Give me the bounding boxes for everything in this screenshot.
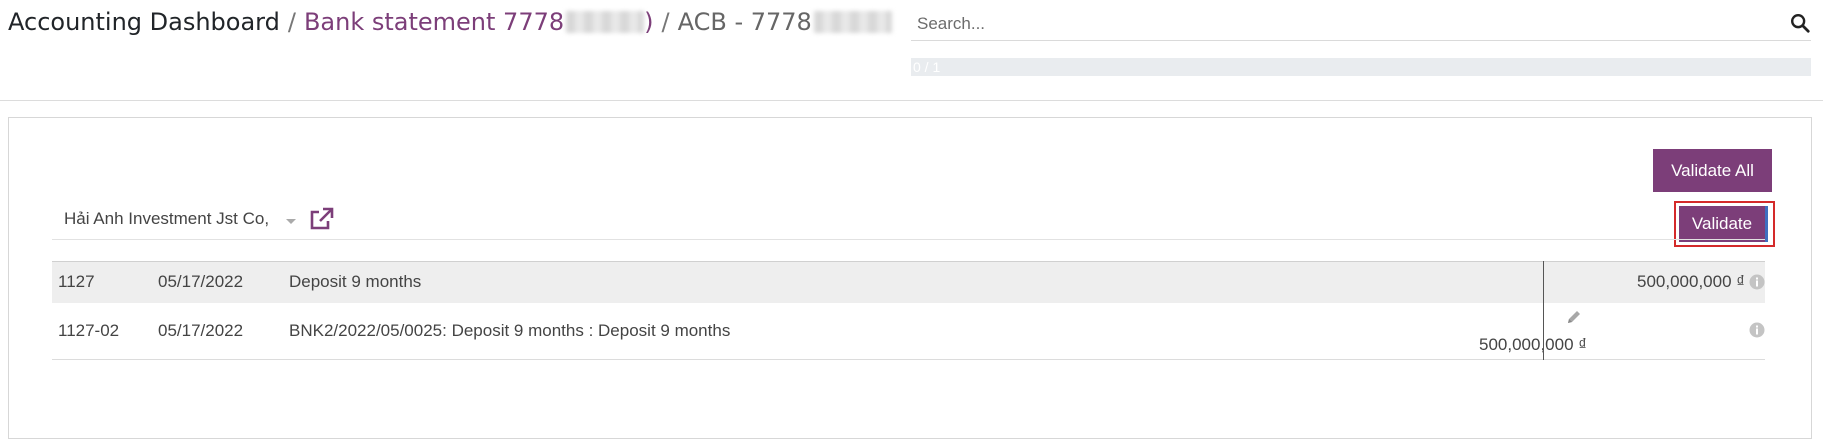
progress-text: 0 / 1 xyxy=(913,59,941,75)
breadcrumb-separator: / xyxy=(287,8,296,36)
move-line-row[interactable]: 1127-02 05/17/2022 BNK2/2022/05/0025: De… xyxy=(52,303,1765,360)
breadcrumb-bank-statement-tail: ) xyxy=(644,8,654,36)
move-line-label: BNK2/2022/05/0025: Deposit 9 months : De… xyxy=(289,321,731,340)
search-bar xyxy=(911,8,1811,41)
breadcrumb: Accounting Dashboard / Bank statement 7778… xyxy=(8,5,892,39)
caret-down-icon[interactable] xyxy=(285,218,297,226)
info-icon[interactable] xyxy=(1749,322,1765,338)
breadcrumb-current-label: ACB - 7778 xyxy=(677,8,812,36)
statement-line-label: Deposit 9 months xyxy=(289,272,422,291)
validate-all-button[interactable]: Validate All xyxy=(1653,149,1772,192)
partner-field[interactable]: Hải Anh Investment Jst Co, xyxy=(52,203,1765,240)
statement-line-amount: 500,000,000 ₫ xyxy=(1637,272,1745,291)
redacted-text xyxy=(566,11,645,33)
breadcrumb-current: ACB - 7778 xyxy=(678,8,892,36)
pencil-icon[interactable] xyxy=(1566,309,1582,325)
breadcrumb-separator: / xyxy=(661,8,670,36)
search-input[interactable] xyxy=(911,10,1783,38)
statement-line-row[interactable]: 1127 05/17/2022 Deposit 9 months 500,000… xyxy=(52,261,1765,304)
move-line-amount: 500,000,000 ₫ xyxy=(1479,335,1587,354)
reconciliation-panel: Validate All Validate Hải Anh Investment… xyxy=(8,117,1812,439)
breadcrumb-bank-statement-label: Bank statement 7778 xyxy=(303,8,565,36)
debit-credit-divider xyxy=(1543,261,1544,360)
move-line-ref: 1127-02 xyxy=(58,321,120,340)
control-panel: Accounting Dashboard / Bank statement 7778… xyxy=(0,0,1823,101)
move-line-date: 05/17/2022 xyxy=(158,321,244,340)
statement-line-date: 05/17/2022 xyxy=(158,272,244,291)
redacted-text xyxy=(813,11,892,33)
statement-line-ref: 1127 xyxy=(58,272,95,291)
partner-name[interactable]: Hải Anh Investment Jst Co, xyxy=(64,209,269,229)
breadcrumb-accounting-dashboard[interactable]: Accounting Dashboard xyxy=(8,8,280,36)
breadcrumb-bank-statement[interactable]: Bank statement 7778) xyxy=(304,8,654,36)
search-icon[interactable] xyxy=(1789,12,1811,34)
reconciliation-progress-bar: 0 / 1 xyxy=(911,58,1811,76)
external-link-icon[interactable] xyxy=(308,207,334,231)
info-icon[interactable] xyxy=(1749,274,1765,290)
